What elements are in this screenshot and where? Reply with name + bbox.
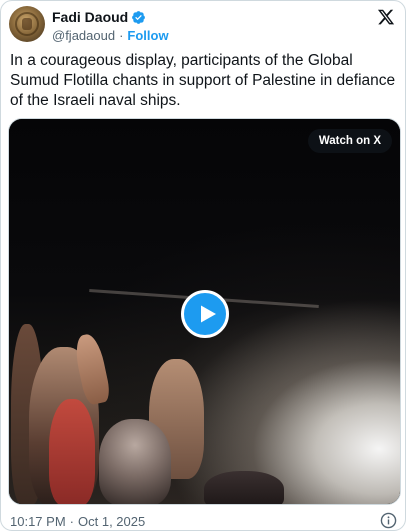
tweet-text: In a courageous display, participants of…	[10, 52, 396, 109]
verified-badge-icon	[132, 10, 146, 24]
video-figure	[99, 419, 171, 504]
time-separator: ·	[69, 513, 74, 529]
video-figure	[49, 399, 95, 504]
watch-on-x-button[interactable]: Watch on X	[307, 129, 392, 153]
follow-button[interactable]: Follow	[127, 28, 168, 43]
author-name[interactable]: Fadi Daoud	[52, 9, 128, 25]
tweet-header: Fadi Daoud @fjadaoud · Follow	[9, 6, 399, 44]
embedded-tweet-card: Fadi Daoud @fjadaoud · Follow In a coura…	[0, 0, 406, 531]
avatar[interactable]	[9, 6, 45, 42]
tweet-date[interactable]: Oct 1, 2025	[78, 514, 145, 529]
author-name-row: Fadi Daoud	[52, 8, 146, 26]
video-figure	[204, 471, 284, 504]
avatar-center	[22, 18, 32, 30]
play-icon	[201, 305, 216, 323]
x-logo-icon[interactable]	[377, 8, 395, 26]
tweet-time[interactable]: 10:17 PM	[10, 514, 66, 529]
video-player[interactable]: Watch on X	[8, 118, 401, 505]
author-handle-row: @fjadaoud · Follow	[52, 27, 169, 43]
handle-separator: ·	[119, 27, 124, 43]
info-icon[interactable]	[380, 512, 397, 529]
play-button[interactable]	[181, 290, 229, 338]
author-handle[interactable]: @fjadaoud	[52, 28, 115, 43]
tweet-footer: 10:17 PM · Oct 1, 2025	[10, 513, 145, 529]
